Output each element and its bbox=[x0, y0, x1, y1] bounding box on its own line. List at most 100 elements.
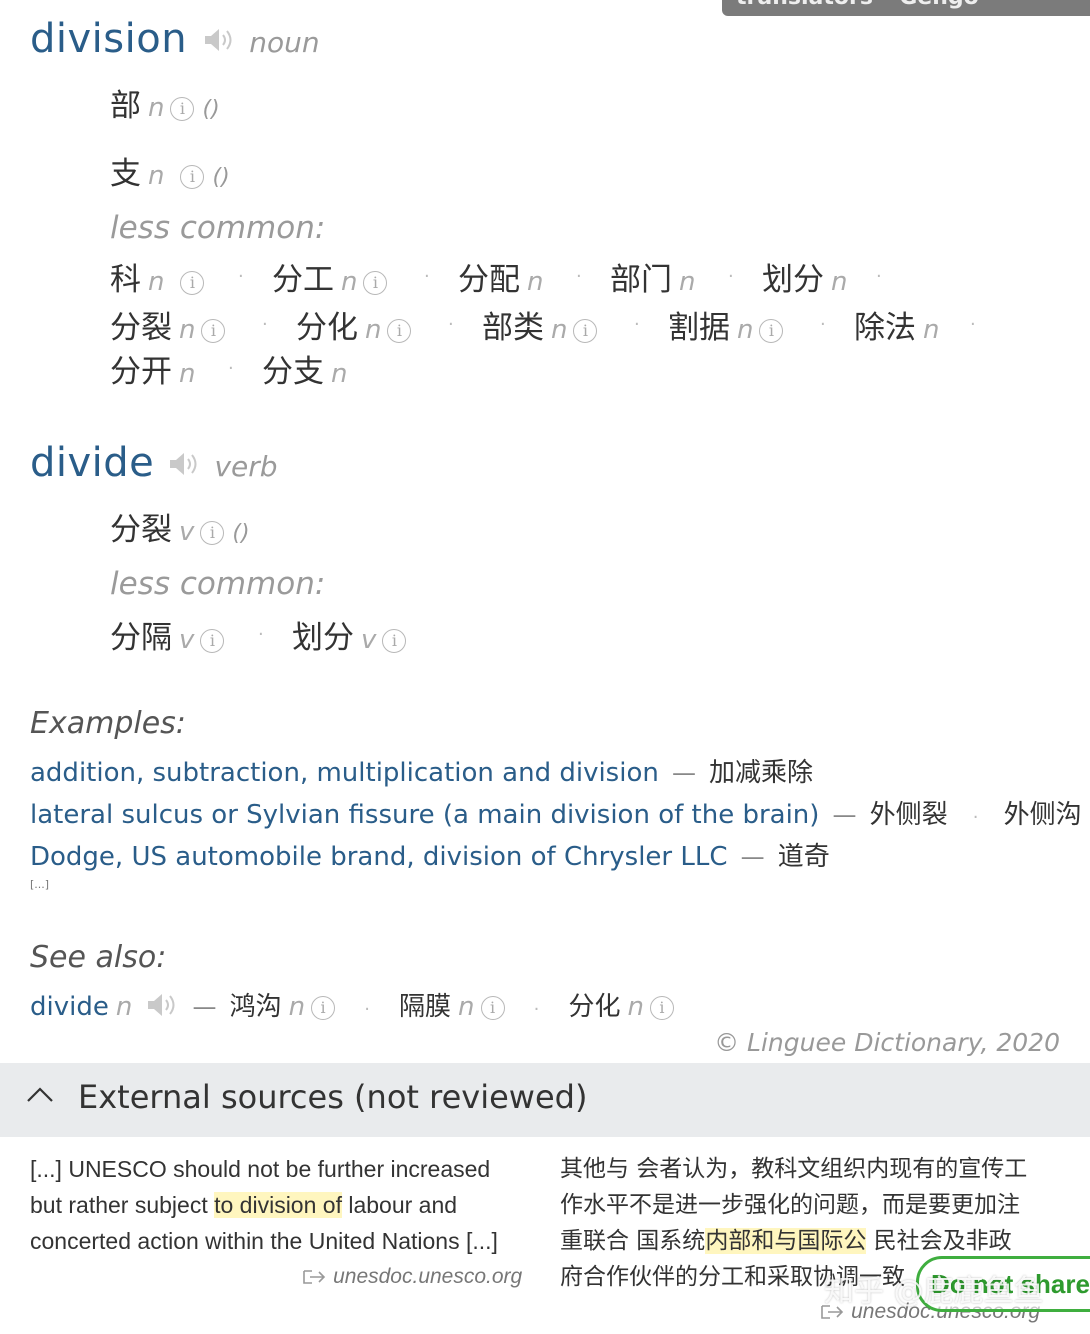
see-also-translation[interactable]: 分化 bbox=[568, 992, 620, 1022]
less-common-label: less common: bbox=[110, 210, 326, 246]
gender-label: n bbox=[365, 315, 382, 345]
less-common-label: less common: bbox=[110, 566, 326, 602]
source-line: 重联合 国系统内部和与国际公 民社会及非政 bbox=[560, 1223, 1027, 1259]
source-line-part: but rather subject bbox=[30, 1192, 215, 1218]
paren-note: () bbox=[212, 165, 230, 190]
example-source-link[interactable]: Dodge, US automobile brand, division of … bbox=[30, 842, 728, 872]
speaker-icon[interactable] bbox=[167, 450, 201, 482]
example-row: addition, subtraction, multiplication an… bbox=[30, 752, 813, 789]
gender-label: n bbox=[179, 359, 196, 389]
translation-link[interactable]: 划分 bbox=[292, 620, 354, 656]
info-icon[interactable]: i bbox=[311, 996, 336, 1020]
info-icon[interactable]: i bbox=[573, 319, 598, 343]
gender-label: n bbox=[341, 267, 358, 297]
info-icon[interactable]: i bbox=[201, 319, 226, 343]
info-icon[interactable]: i bbox=[759, 319, 784, 343]
less-common-row: 部类 n i bbox=[482, 302, 598, 347]
separator-dot: · bbox=[576, 266, 582, 287]
info-icon[interactable]: i bbox=[363, 271, 388, 295]
info-icon[interactable]: i bbox=[480, 996, 505, 1020]
source-domain[interactable]: unesdoc.unesco.org bbox=[333, 1265, 522, 1288]
translation-link[interactable]: 割据 bbox=[668, 310, 730, 346]
info-icon[interactable]: i bbox=[200, 629, 225, 653]
speaker-icon[interactable] bbox=[145, 991, 179, 1023]
gender-label: n bbox=[627, 992, 644, 1022]
separator-dot: · bbox=[258, 624, 264, 645]
entry-header-divide: divide verb bbox=[30, 440, 278, 486]
translation-link[interactable]: 分化 bbox=[296, 310, 358, 346]
see-also-row: divide n — 鸿沟 n i · 隔膜 n i · 分化 n i bbox=[30, 986, 674, 1023]
paren-note: () bbox=[232, 521, 250, 546]
info-icon[interactable]: i bbox=[200, 521, 225, 545]
info-icon[interactable]: i bbox=[387, 319, 412, 343]
dash: — bbox=[192, 993, 217, 1021]
external-sources-title[interactable]: External sources (not reviewed) bbox=[78, 1078, 587, 1116]
separator-dot: · bbox=[970, 314, 976, 335]
gender-label: v bbox=[361, 625, 377, 655]
gender-label: n bbox=[288, 992, 306, 1022]
separator-dot: · bbox=[820, 314, 826, 335]
translation-link[interactable]: 除法 bbox=[854, 310, 916, 346]
gender-label: n bbox=[831, 267, 848, 297]
example-translation[interactable]: 外侧沟 bbox=[1004, 800, 1082, 830]
example-translation[interactable]: 道奇 bbox=[778, 842, 830, 872]
translation-link[interactable]: 科 bbox=[110, 262, 141, 298]
separator-dot: · bbox=[533, 999, 540, 1020]
gender-label: n bbox=[458, 992, 475, 1022]
see-also-translation[interactable]: 隔膜 bbox=[399, 992, 451, 1022]
less-common-row: 划分 v i bbox=[292, 612, 407, 657]
example-translation[interactable]: 加减乘除 bbox=[709, 758, 813, 788]
example-translation[interactable]: 外侧裂 bbox=[870, 800, 948, 830]
info-icon[interactable]: i bbox=[180, 271, 205, 295]
gender-label: n bbox=[923, 315, 940, 345]
translation-link[interactable]: 部类 bbox=[482, 310, 544, 346]
gender-label: n bbox=[551, 315, 568, 345]
example-source-link[interactable]: lateral sulcus or Sylvian fissure (a mai… bbox=[30, 800, 819, 830]
translation-link[interactable]: 支 bbox=[110, 156, 141, 192]
source-line: 作水平不是进一步强化的问题，而是要更加注 bbox=[560, 1192, 1020, 1218]
chevron-up-icon[interactable] bbox=[26, 1085, 54, 1107]
gender-label: v bbox=[179, 517, 195, 547]
see-also-translation[interactable]: 鸿沟 bbox=[230, 992, 282, 1022]
separator-dot: · bbox=[238, 266, 244, 287]
translation-link[interactable]: 分裂 bbox=[110, 512, 172, 548]
watermark: 知乎 @鹿鹿鱼鱼 bbox=[824, 1274, 1044, 1309]
dash: — bbox=[832, 801, 857, 829]
examples-heading: Examples: bbox=[30, 706, 186, 741]
separator-dot: · bbox=[364, 999, 370, 1020]
gender-label: n bbox=[148, 267, 165, 297]
less-common-row: 分支 n bbox=[262, 346, 347, 391]
external-sources-bar[interactable]: External sources (not reviewed) bbox=[0, 1063, 1090, 1137]
translation-link[interactable]: 分开 bbox=[110, 354, 172, 390]
translation-link[interactable]: 划分 bbox=[762, 262, 824, 298]
translation-link[interactable]: 分隔 bbox=[110, 620, 172, 656]
translation-link[interactable]: 分工 bbox=[272, 262, 334, 298]
speaker-icon[interactable] bbox=[202, 26, 236, 58]
less-common-row: 除法 n bbox=[854, 302, 939, 347]
translation-link[interactable]: 部 bbox=[110, 88, 141, 124]
less-common-row: 部门 n bbox=[610, 254, 695, 299]
info-icon[interactable]: i bbox=[649, 996, 674, 1020]
info-icon[interactable]: i bbox=[180, 165, 205, 189]
gender-label: n bbox=[527, 267, 544, 297]
example-row: Dodge, US automobile brand, division of … bbox=[30, 836, 830, 873]
example-row: lateral sulcus or Sylvian fissure (a mai… bbox=[30, 794, 1082, 831]
example-source-link[interactable]: addition, subtraction, multiplication an… bbox=[30, 758, 659, 788]
less-common-row: 分隔 v i bbox=[110, 612, 225, 657]
info-icon[interactable]: i bbox=[170, 97, 195, 121]
translation-link[interactable]: 部门 bbox=[610, 262, 672, 298]
translation-link[interactable]: 分支 bbox=[262, 354, 324, 390]
info-icon[interactable]: i bbox=[382, 629, 407, 653]
translation-link[interactable]: 分裂 bbox=[110, 310, 172, 346]
source-link-en[interactable]: unesdoc.unesco.org bbox=[302, 1265, 522, 1290]
gender-label: v bbox=[179, 625, 195, 655]
gender-label: n bbox=[148, 161, 165, 191]
see-also-term[interactable]: divide bbox=[30, 992, 109, 1022]
headword[interactable]: divide bbox=[30, 440, 154, 486]
translation-link[interactable]: 分配 bbox=[458, 262, 520, 298]
gender-label: n bbox=[737, 315, 754, 345]
more-examples-link[interactable]: [...] bbox=[30, 878, 49, 891]
dash: — bbox=[671, 759, 696, 787]
separator-dot: · bbox=[262, 314, 268, 335]
headword[interactable]: division bbox=[30, 16, 187, 62]
